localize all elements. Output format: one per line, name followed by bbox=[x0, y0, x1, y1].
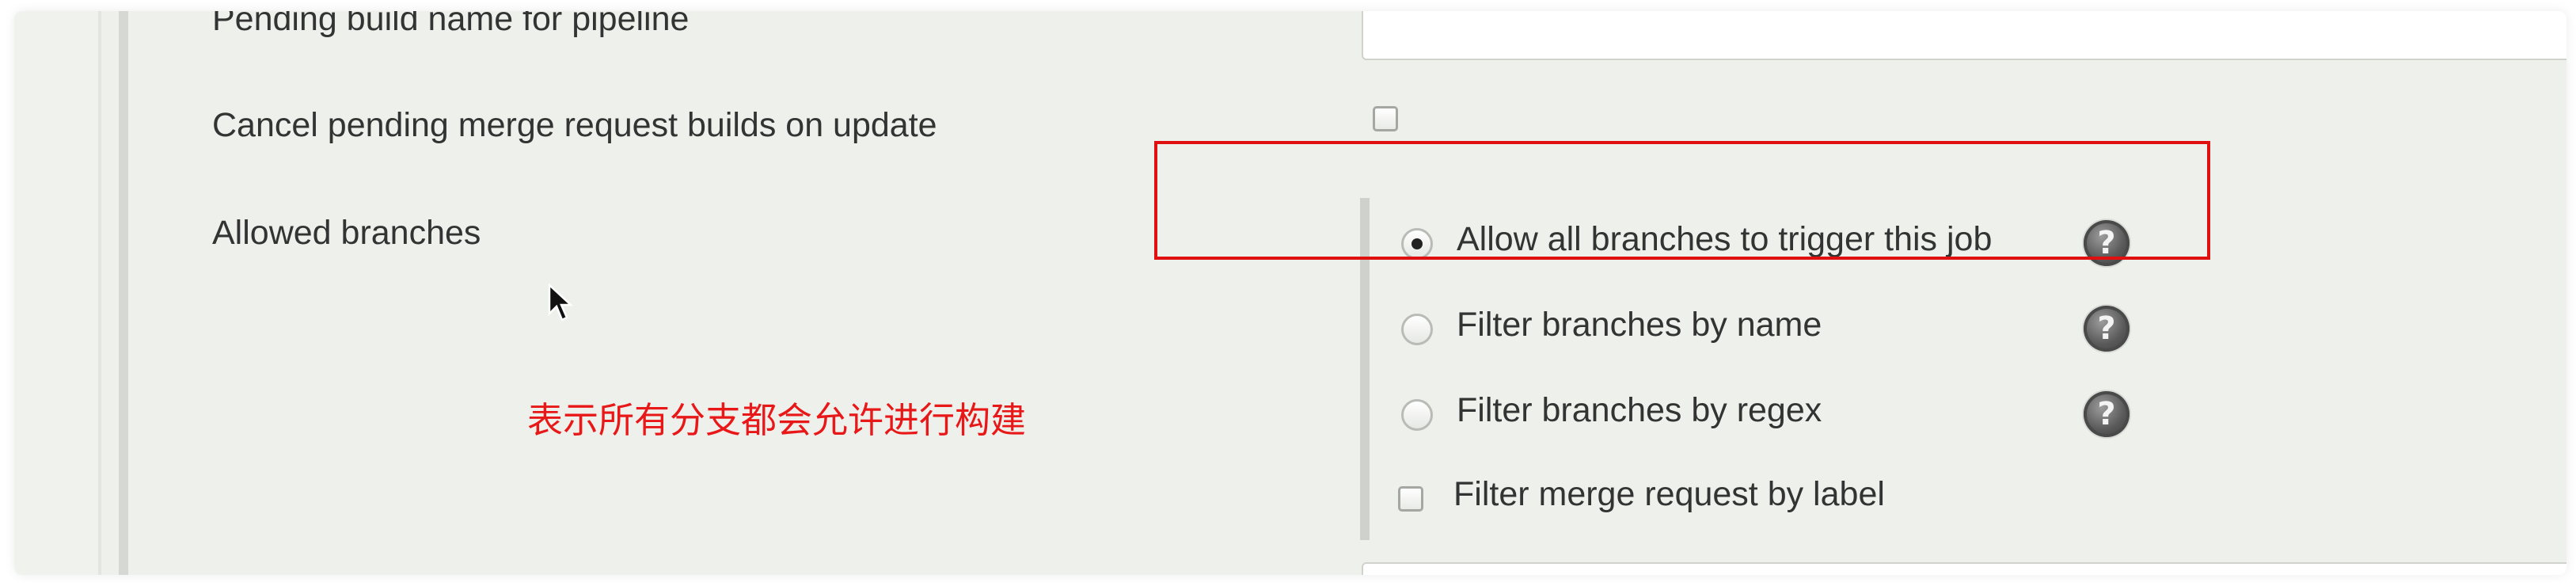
question-mark-icon[interactable]: ? bbox=[2084, 391, 2130, 437]
option-label-filter-by-name: Filter branches by name bbox=[1457, 306, 1822, 344]
radio-filter-by-regex[interactable] bbox=[1401, 399, 1433, 431]
annotation-highlight-box bbox=[1154, 141, 2210, 260]
option-label-filter-by-regex: Filter branches by regex bbox=[1457, 391, 1822, 429]
radio-filter-by-name[interactable] bbox=[1401, 314, 1433, 345]
cancel-pending-checkbox[interactable] bbox=[1373, 106, 1398, 131]
left-rail bbox=[14, 11, 100, 575]
question-mark-icon[interactable]: ? bbox=[2084, 306, 2130, 352]
next-field-input[interactable] bbox=[1362, 562, 2567, 575]
annotation-text: 表示所有分支都会允许进行构建 bbox=[527, 399, 1027, 441]
jenkins-config-form: Pending build name for pipeline Cancel p… bbox=[14, 11, 2567, 575]
filter-by-label-label: Filter merge request by label bbox=[1453, 475, 1885, 513]
filter-by-label-checkbox[interactable] bbox=[1398, 486, 1423, 512]
section-indent-bar bbox=[119, 11, 128, 575]
section-divider bbox=[98, 11, 101, 575]
allowed-branches-label: Allowed branches bbox=[212, 214, 481, 252]
mouse-cursor-icon bbox=[548, 283, 573, 322]
pipeline-name-label: Pending build name for pipeline bbox=[212, 11, 690, 38]
pipeline-name-input[interactable] bbox=[1362, 11, 2567, 60]
cancel-pending-label: Cancel pending merge request builds on u… bbox=[212, 106, 937, 144]
